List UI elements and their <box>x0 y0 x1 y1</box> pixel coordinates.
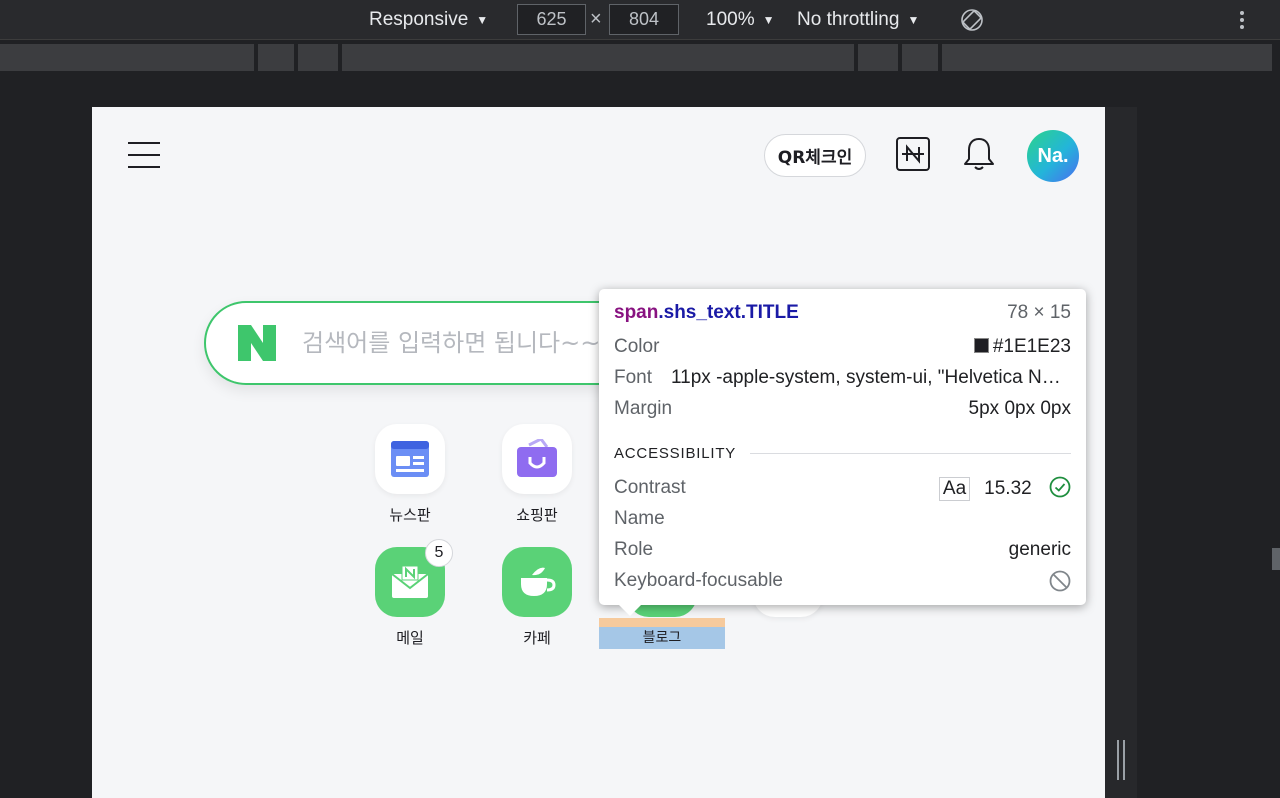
rotate-icon[interactable] <box>960 8 984 32</box>
contrast-value: 15.32 <box>984 477 1032 499</box>
inspector-tooltip: span.shs_text.TITLE 78 × 15 Color #1E1E2… <box>599 289 1086 616</box>
ruler-segment[interactable] <box>858 44 898 71</box>
zoom-select[interactable]: 100% ▼ <box>706 0 775 40</box>
shortcut-label: 쇼핑판 <box>516 506 558 524</box>
caret-down-icon: ▼ <box>907 13 920 27</box>
color-value: #1E1E23 <box>992 336 1071 357</box>
tooltip-margin-row: Margin 5px 0px 0px <box>614 397 1071 421</box>
accessibility-heading-text: ACCESSIBILITY <box>614 444 737 462</box>
zoom-select-label: 100% <box>706 9 755 30</box>
menu-icon[interactable] <box>128 142 160 168</box>
ruler-segment[interactable] <box>942 44 1272 71</box>
more-options-icon[interactable] <box>1232 8 1252 32</box>
shortcut-cafe[interactable]: 카페 <box>487 547 587 648</box>
shortcut-label: 카페 <box>523 629 551 647</box>
device-select[interactable]: Responsive ▼ <box>369 0 488 40</box>
contrast-sample: Aa <box>938 476 971 501</box>
inspector-content-highlight: 블로그 <box>599 627 725 649</box>
tooltip-name-row: Name <box>614 507 1071 531</box>
avatar[interactable]: Na. <box>1027 130 1079 182</box>
margin-label: Margin <box>614 398 673 419</box>
mail-icon: 5 <box>375 539 453 617</box>
role-label: Role <box>614 539 654 560</box>
ruler-segment[interactable] <box>342 44 854 71</box>
element-tag: span <box>614 302 659 323</box>
margin-value: 5px 0px 0px <box>968 398 1071 419</box>
tooltip-contrast-row: Contrast Aa 15.32 <box>614 476 1071 501</box>
throttling-select-label: No throttling <box>797 9 900 30</box>
ruler-segment[interactable] <box>298 44 338 71</box>
cafe-cup-icon <box>502 547 572 617</box>
tooltip-keyboard-row: Keyboard-focusable <box>614 569 1071 593</box>
devtools-device-toolbar: Responsive ▼ 625 × 804 100% ▼ No throttl… <box>0 0 1280 40</box>
accessibility-heading: ACCESSIBILITY <box>614 443 1071 463</box>
element-dimensions: 78 × 15 <box>1007 302 1071 323</box>
tooltip-role-row: Role generic <box>614 538 1071 562</box>
element-classes: .shs_text.TITLE <box>658 302 799 323</box>
inspector-margin-highlight <box>599 618 725 627</box>
naver-now-icon[interactable] <box>896 137 930 171</box>
shortcut-mail[interactable]: 5 메일 <box>360 539 460 648</box>
shortcut-label: 메일 <box>396 629 424 647</box>
tooltip-header: span.shs_text.TITLE 78 × 15 <box>614 301 1071 325</box>
media-query-ruler <box>0 44 1280 71</box>
ruler-segment[interactable] <box>0 44 254 71</box>
scrollbar-marker[interactable] <box>1272 548 1280 570</box>
tooltip-font-row: Font 11px -apple-system, system-ui, "Hel… <box>614 366 1071 390</box>
name-label: Name <box>614 508 665 529</box>
role-value: generic <box>1008 539 1071 560</box>
contrast-label: Contrast <box>614 477 686 498</box>
dimension-separator: × <box>590 8 602 30</box>
keyboard-focusable-label: Keyboard-focusable <box>614 570 783 591</box>
font-value: 11px -apple-system, system-ui, "Helvetic… <box>671 367 1071 388</box>
throttling-select[interactable]: No throttling ▼ <box>797 0 919 40</box>
caret-down-icon: ▼ <box>762 13 775 27</box>
check-circle-icon <box>1049 476 1071 497</box>
tooltip-color-row: Color #1E1E23 <box>614 335 1071 359</box>
bell-icon[interactable] <box>961 135 997 173</box>
news-icon <box>375 424 445 494</box>
naver-logo-icon[interactable] <box>236 323 278 363</box>
device-frame-edge <box>1105 107 1137 798</box>
shopping-bag-icon <box>502 424 572 494</box>
width-input[interactable]: 625 <box>517 4 586 35</box>
shortcut-news[interactable]: 뉴스판 <box>360 424 460 525</box>
shortcut-label: 뉴스판 <box>389 506 431 524</box>
color-swatch-icon <box>973 338 989 353</box>
ruler-segment[interactable] <box>902 44 938 71</box>
height-input[interactable]: 804 <box>609 4 679 35</box>
unread-badge: 5 <box>425 539 453 567</box>
device-select-label: Responsive <box>369 9 469 30</box>
qr-checkin-button[interactable]: QR체크인 <box>764 134 866 177</box>
color-label: Color <box>614 336 660 357</box>
ruler-segment[interactable] <box>258 44 294 71</box>
caret-down-icon: ▼ <box>476 13 489 27</box>
not-focusable-icon <box>1049 570 1071 592</box>
shortcut-shopping[interactable]: 쇼핑판 <box>487 424 587 525</box>
font-label: Font <box>614 367 653 388</box>
resize-handle[interactable] <box>1117 740 1127 780</box>
